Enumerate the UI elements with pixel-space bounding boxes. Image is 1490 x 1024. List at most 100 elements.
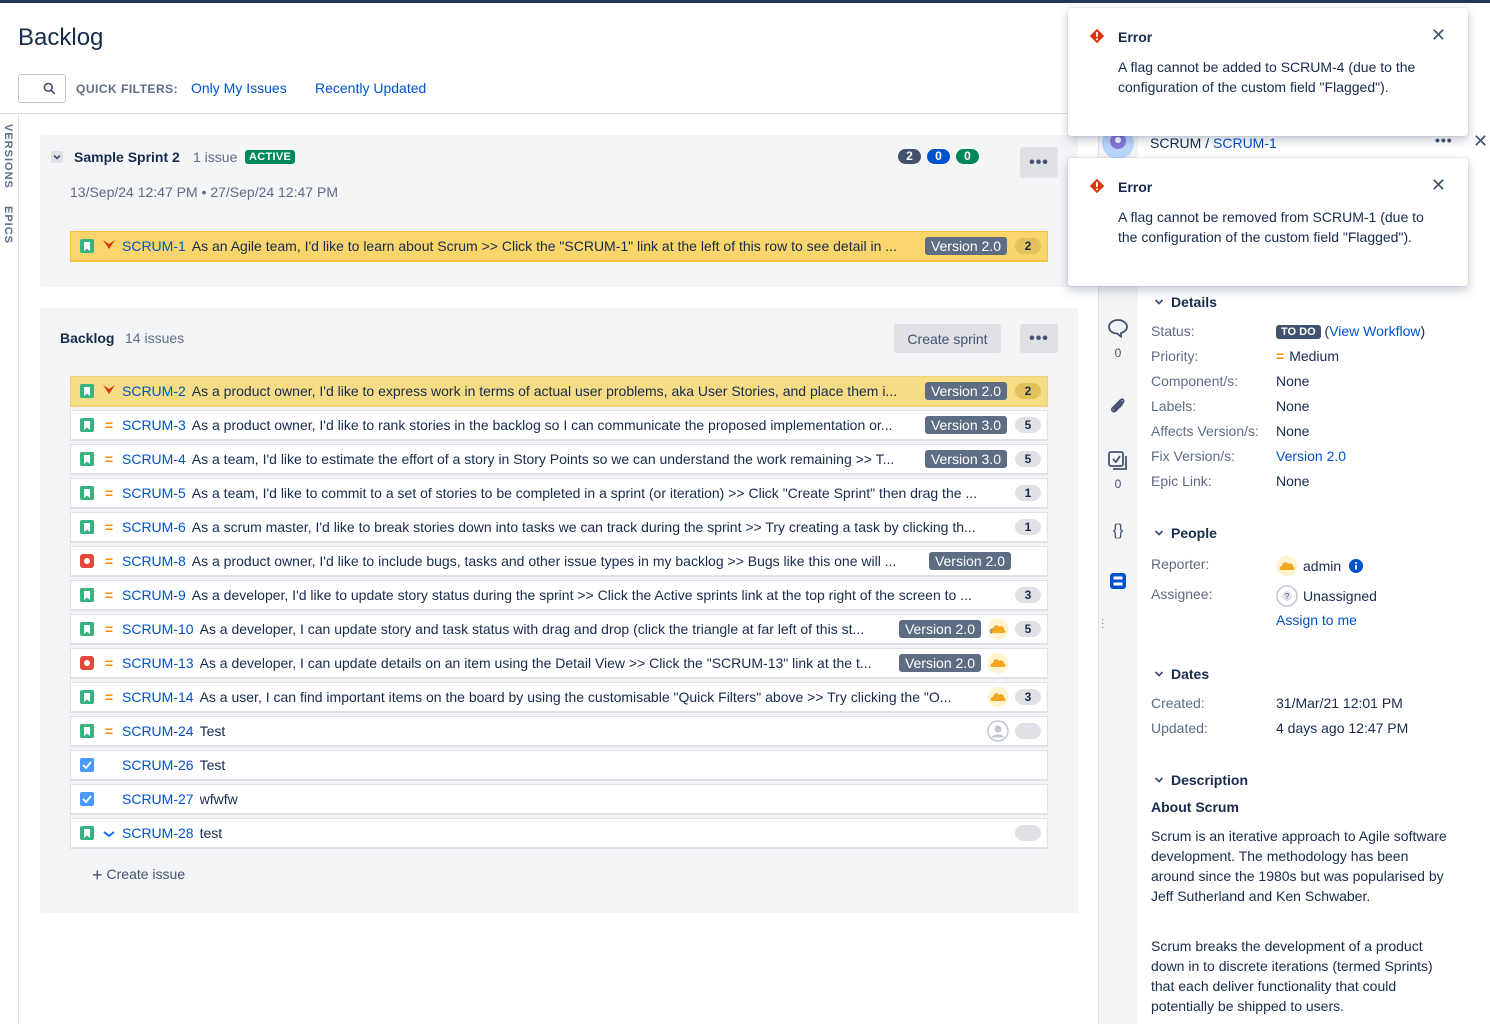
sprint-issue-count: 1 issue (193, 149, 238, 165)
done-count-badge: 0 (956, 149, 979, 164)
story-points-badge: 1 (1015, 519, 1041, 535)
search-input[interactable] (18, 74, 66, 103)
reporter-avatar (1276, 555, 1298, 577)
fix-version-badge: Version 2.0 (898, 654, 981, 672)
labels-label: Labels: (1151, 398, 1197, 414)
status-lozenge: TO DO (1276, 325, 1321, 339)
assignee-value: ? Unassigned (1276, 585, 1377, 607)
issue-key-link[interactable]: SCRUM-6 (122, 519, 186, 535)
assign-to-me-link[interactable]: Assign to me (1276, 612, 1357, 628)
description-heading[interactable]: Description (1153, 772, 1248, 788)
fix-version-label: Fix Version/s: (1151, 448, 1236, 464)
error-flag-title: Error (1118, 179, 1153, 195)
attachment-icon[interactable] (1106, 396, 1130, 419)
issue-key-link[interactable]: SCRUM-1 (122, 238, 186, 254)
created-label: Created: (1151, 695, 1205, 711)
people-heading[interactable]: People (1153, 525, 1217, 541)
fix-version-badge: Version 2.0 (924, 382, 1007, 400)
status-label: Status: (1151, 323, 1195, 339)
backlog-issue-row[interactable]: SCRUM-26 Test (70, 750, 1048, 781)
sprint-issue-row[interactable]: SCRUM-1 As an Agile team, I'd like to le… (70, 231, 1048, 262)
issue-key-link[interactable]: SCRUM-9 (122, 587, 186, 603)
dates-heading[interactable]: Dates (1153, 666, 1209, 682)
story-icon (80, 486, 94, 500)
close-icon[interactable]: ✕ (1431, 175, 1446, 196)
backlog-issue-row[interactable]: = SCRUM-9 As a developer, I'd like to up… (70, 580, 1048, 611)
error-flag-title: Error (1118, 29, 1153, 45)
story-points-badge: 5 (1015, 621, 1041, 637)
code-braces-icon[interactable]: {} (1106, 522, 1130, 540)
issue-summary: As a team, I'd like to commit to a set o… (191, 485, 978, 501)
assignee-label: Assignee: (1151, 586, 1213, 602)
backlog-issue-row[interactable]: = SCRUM-4 As a team, I'd like to estimat… (70, 444, 1048, 475)
components-value: None (1276, 373, 1310, 389)
resize-handle[interactable]: · · · (1101, 615, 1105, 633)
view-workflow-link[interactable]: View Workflow (1329, 323, 1420, 339)
issue-key-link[interactable]: SCRUM-27 (122, 791, 194, 807)
default-avatar-icon (987, 720, 1009, 742)
backlog-issue-row[interactable]: = SCRUM-5 As a team, I'd like to commit … (70, 478, 1048, 509)
backlog-issue-row[interactable]: = SCRUM-3 As a product owner, I'd like t… (70, 410, 1048, 441)
create-issue-button[interactable]: + Create issue (92, 865, 185, 886)
story-icon (80, 384, 94, 398)
issue-key-link[interactable]: SCRUM-8 (122, 553, 186, 569)
quick-filter-recently-updated[interactable]: Recently Updated (315, 80, 426, 96)
description-paragraph-2: Scrum breaks the development of a produc… (1151, 938, 1433, 1014)
fix-version-badge: Version 2.0 (924, 237, 1007, 255)
issue-summary: Test (199, 723, 226, 739)
backlog-issue-row[interactable]: = SCRUM-24 Test (70, 716, 1048, 747)
issue-key-link[interactable]: SCRUM-4 (122, 451, 186, 467)
issue-summary: As a team, I'd like to estimate the effo… (191, 451, 895, 467)
fix-version-link[interactable]: Version 2.0 (1276, 448, 1346, 464)
issue-key-link[interactable]: SCRUM-5 (122, 485, 186, 501)
subtasks-icon[interactable] (1106, 450, 1130, 475)
sprint-status-badge: ACTIVE (245, 150, 296, 164)
issue-key-link[interactable]: SCRUM-24 (122, 723, 194, 739)
comment-count: 0 (1114, 346, 1122, 360)
app-icon[interactable] (1106, 572, 1130, 593)
quick-filter-only-my-issues[interactable]: Only My Issues (191, 80, 287, 96)
issue-key-link[interactable]: SCRUM-26 (122, 757, 194, 773)
backlog-issue-row[interactable]: SCRUM-28 test (70, 818, 1048, 849)
story-icon (80, 622, 94, 636)
sprint-more-button[interactable]: ••• (1020, 147, 1058, 178)
backlog-issue-row[interactable]: = SCRUM-14 As a user, I can find importa… (70, 682, 1048, 713)
issue-key-link[interactable]: SCRUM-2 (122, 383, 186, 399)
left-rail: VERSIONS EPICS (0, 114, 19, 1024)
issue-key-link[interactable]: SCRUM-3 (122, 417, 186, 433)
breadcrumb-project[interactable]: SCRUM (1150, 135, 1201, 151)
todo-count-badge: 2 (898, 149, 921, 164)
medium-priority-icon: = (1276, 348, 1285, 364)
svg-text:?: ? (1285, 592, 1290, 601)
comment-icon[interactable] (1106, 318, 1130, 341)
issue-summary: As a scrum master, I'd like to break sto… (191, 519, 976, 535)
detail-close-icon[interactable]: ✕ (1473, 131, 1488, 152)
error-flag: Error ✕ A flag cannot be removed from SC… (1068, 158, 1468, 286)
backlog-issue-row[interactable]: SCRUM-27 wfwfw (70, 784, 1048, 815)
error-flag: Error ✕ A flag cannot be added to SCRUM-… (1068, 8, 1468, 136)
priority-value: = Medium (1276, 348, 1339, 364)
close-icon[interactable]: ✕ (1431, 25, 1446, 46)
issue-key-link[interactable]: SCRUM-14 (122, 689, 194, 705)
breadcrumb-issue-key[interactable]: SCRUM-1 (1213, 135, 1277, 151)
reporter-label: Reporter: (1151, 556, 1210, 572)
create-issue-label: Create issue (106, 866, 186, 882)
backlog-issue-row[interactable]: = SCRUM-8 As a product owner, I'd like t… (70, 546, 1048, 577)
info-icon[interactable] (1349, 559, 1364, 573)
chevron-down-icon[interactable] (51, 151, 63, 163)
backlog-more-button[interactable]: ••• (1020, 324, 1058, 353)
details-heading[interactable]: Details (1153, 294, 1217, 310)
issue-key-link[interactable]: SCRUM-13 (122, 655, 194, 671)
backlog-name: Backlog (60, 330, 115, 346)
issue-key-link[interactable]: SCRUM-10 (122, 621, 194, 637)
versions-tab[interactable]: VERSIONS (2, 124, 14, 189)
issue-key-link[interactable]: SCRUM-28 (122, 825, 194, 841)
create-sprint-button[interactable]: Create sprint (894, 324, 1001, 353)
backlog-issue-row[interactable]: SCRUM-2 As a product owner, I'd like to … (70, 376, 1048, 407)
issue-summary: As a user, I can find important items on… (199, 689, 952, 705)
epics-tab[interactable]: EPICS (2, 206, 14, 244)
backlog-issue-row[interactable]: = SCRUM-10 As a developer, I can update … (70, 614, 1048, 645)
backlog-issue-row[interactable]: = SCRUM-6 As a scrum master, I'd like to… (70, 512, 1048, 543)
backlog-issue-row[interactable]: = SCRUM-13 As a developer, I can update … (70, 648, 1048, 679)
story-points-badge: 3 (1015, 689, 1041, 705)
